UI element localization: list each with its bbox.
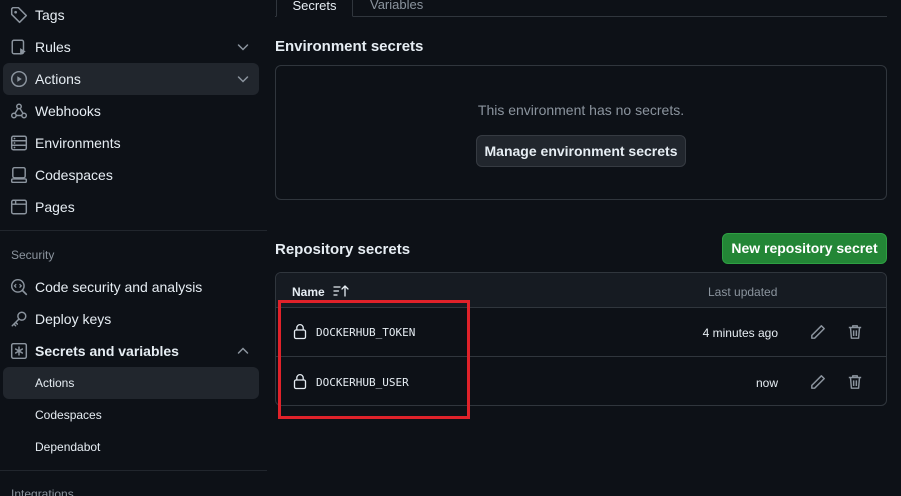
environment-secrets-panel: This environment has no secrets. Manage … [275, 65, 887, 200]
pencil-icon[interactable] [808, 322, 828, 342]
webhook-icon [10, 102, 28, 120]
sidebar-divider [0, 470, 267, 471]
sidebar-item-label: Tags [35, 7, 65, 23]
sidebar-section-heading: Security [11, 248, 55, 262]
new-repository-secret-button[interactable]: New repository secret [722, 233, 887, 264]
sidebar-divider [0, 230, 267, 231]
sidebar-item-codespaces[interactable]: Codespaces [3, 159, 259, 191]
sidebar-subitem-actions[interactable]: Actions [3, 367, 259, 399]
sidebar-subitem-codespaces[interactable]: Codespaces [3, 399, 259, 431]
sidebar-subitem-dependabot[interactable]: Dependabot [3, 431, 259, 463]
tab-variables[interactable]: Variables [370, 0, 423, 12]
key-icon [10, 310, 28, 328]
sidebar-item-actions[interactable]: Actions [3, 63, 259, 95]
sidebar-item-label: Code security and analysis [35, 279, 203, 295]
sidebar-section-heading: Integrations [11, 487, 74, 496]
sidebar-item-webhooks[interactable]: Webhooks [3, 95, 259, 127]
secret-updated: now [755, 376, 778, 390]
sidebar-subitem-label: Codespaces [35, 408, 102, 422]
sidebar-item-label: Webhooks [35, 103, 101, 119]
secret-updated: 4 minutes ago [702, 326, 778, 340]
sidebar-item-label: Secrets and variables [35, 343, 179, 359]
sidebar-item-environments[interactable]: Environments [3, 127, 259, 159]
trash-icon[interactable] [845, 322, 865, 342]
sidebar-item-secrets-and-variables[interactable]: Secrets and variables [3, 335, 259, 367]
sidebar-item-deploy-keys[interactable]: Deploy keys [3, 303, 259, 335]
sidebar-item-label: Pages [35, 199, 75, 215]
chevron-down-icon[interactable] [235, 39, 251, 55]
codescan-icon [10, 278, 28, 296]
play-icon [10, 70, 28, 88]
column-header-last-updated: Last updated [708, 285, 778, 299]
pencil-icon[interactable] [808, 372, 828, 392]
sidebar-item-label: Actions [35, 71, 81, 87]
asterisk-icon [10, 342, 28, 360]
manage-environment-secrets-button[interactable]: Manage environment secrets [476, 135, 686, 167]
annotation-highlight-box [278, 300, 470, 419]
sidebar-subitem-label: Actions [35, 376, 75, 390]
sidebar-item-label: Environments [35, 135, 121, 151]
sidebar-item-rules[interactable]: Rules [3, 31, 259, 63]
column-header-name[interactable]: Name [292, 285, 325, 299]
codespaces-icon [10, 166, 28, 184]
sidebar-item-code-security[interactable]: Code security and analysis [3, 271, 259, 303]
settings-sidebar: Tags Rules Actions Webhooks Environments… [0, 0, 267, 496]
environment-secrets-heading: Environment secrets [275, 38, 424, 55]
sort-ascending-icon[interactable] [332, 283, 350, 299]
tab-secrets[interactable]: Secrets [276, 0, 353, 17]
sidebar-item-tags[interactable]: Tags [3, 0, 259, 31]
sidebar-item-pages[interactable]: Pages [3, 191, 259, 223]
tag-icon [10, 6, 28, 24]
server-icon [10, 134, 28, 152]
sidebar-item-label: Deploy keys [35, 311, 112, 327]
sidebar-subitem-label: Dependabot [35, 440, 101, 454]
chevron-up-icon[interactable] [235, 343, 251, 359]
sidebar-item-label: Rules [35, 39, 71, 55]
chevron-down-icon[interactable] [235, 71, 251, 87]
sidebar-item-label: Codespaces [35, 167, 113, 183]
browser-icon [10, 198, 28, 216]
repository-secrets-heading: Repository secrets [275, 241, 411, 258]
empty-state-text: This environment has no secrets. [477, 102, 685, 118]
settings-page: Tags Rules Actions Webhooks Environments… [0, 0, 901, 496]
rules-icon [10, 38, 28, 56]
trash-icon[interactable] [845, 372, 865, 392]
tabs-underline [275, 16, 887, 17]
